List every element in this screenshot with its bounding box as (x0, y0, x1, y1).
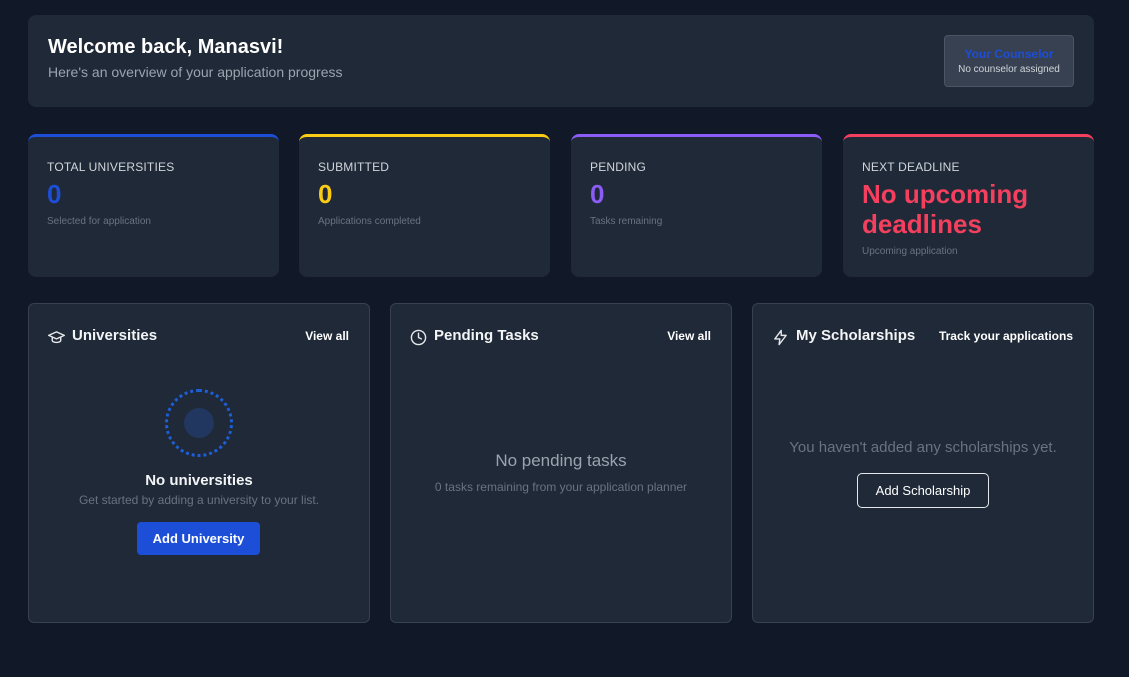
stat-value: No upcoming deadlines (862, 179, 1029, 239)
counselor-card[interactable]: Your Counselor No counselor assigned (944, 35, 1074, 87)
empty-state-title: No universities (145, 472, 253, 489)
counselor-title: Your Counselor (964, 47, 1054, 61)
stat-caption: Tasks remaining (590, 216, 663, 227)
stat-label: TOTAL UNIVERSITIES (47, 160, 175, 174)
panel-title: Pending Tasks (434, 327, 539, 344)
scholarships-panel: My Scholarships Track your applications … (752, 303, 1094, 623)
lightning-icon (774, 329, 787, 346)
stat-card-submitted: SUBMITTED 0 Applications completed (299, 134, 550, 277)
empty-state-text: You haven't added any scholarships yet. (789, 439, 1057, 456)
track-applications-link[interactable]: Track your applications (939, 329, 1073, 343)
welcome-header: Welcome back, Manasvi! Here's an overvie… (28, 15, 1094, 107)
stat-label: NEXT DEADLINE (862, 160, 960, 174)
loading-spinner-core (184, 408, 214, 438)
universities-panel: Universities View all No universities Ge… (28, 303, 370, 623)
view-all-tasks-link[interactable]: View all (667, 329, 711, 343)
pending-tasks-panel: Pending Tasks View all No pending tasks … (390, 303, 732, 623)
view-all-universities-link[interactable]: View all (305, 329, 349, 343)
counselor-status: No counselor assigned (958, 64, 1060, 75)
panel-header: Pending Tasks View all (410, 327, 711, 347)
stat-caption: Selected for application (47, 216, 151, 227)
panel-header: My Scholarships Track your applications (772, 327, 1073, 347)
empty-state-subtitle: 0 tasks remaining from your application … (434, 480, 688, 494)
stat-label: SUBMITTED (318, 160, 390, 174)
stat-label: PENDING (590, 160, 647, 174)
add-university-button[interactable]: Add University (137, 522, 260, 555)
stat-caption: Upcoming application (862, 246, 958, 257)
stat-card-pending: PENDING 0 Tasks remaining (571, 134, 822, 277)
clock-icon (410, 329, 427, 346)
empty-state-title: No pending tasks (495, 451, 627, 470)
panel-header: Universities View all (48, 327, 349, 347)
add-scholarship-button[interactable]: Add Scholarship (857, 473, 989, 508)
stat-value: 0 (318, 179, 333, 209)
stat-caption: Applications completed (318, 216, 421, 227)
page-title: Welcome back, Manasvi! (48, 36, 284, 58)
panel-title: Universities (72, 327, 158, 344)
stat-value: 0 (47, 179, 62, 209)
empty-state-subtitle: Get started by adding a university to yo… (78, 493, 320, 507)
panel-title: My Scholarships (796, 327, 916, 344)
loading-spinner (165, 389, 233, 457)
stat-card-total-universities: TOTAL UNIVERSITIES 0 Selected for applic… (28, 134, 279, 277)
graduation-cap-icon (48, 331, 65, 344)
stat-card-next-deadline: NEXT DEADLINE No upcoming deadlines Upco… (843, 134, 1094, 277)
page-subtitle: Here's an overview of your application p… (48, 64, 343, 80)
stat-value: 0 (590, 179, 605, 209)
